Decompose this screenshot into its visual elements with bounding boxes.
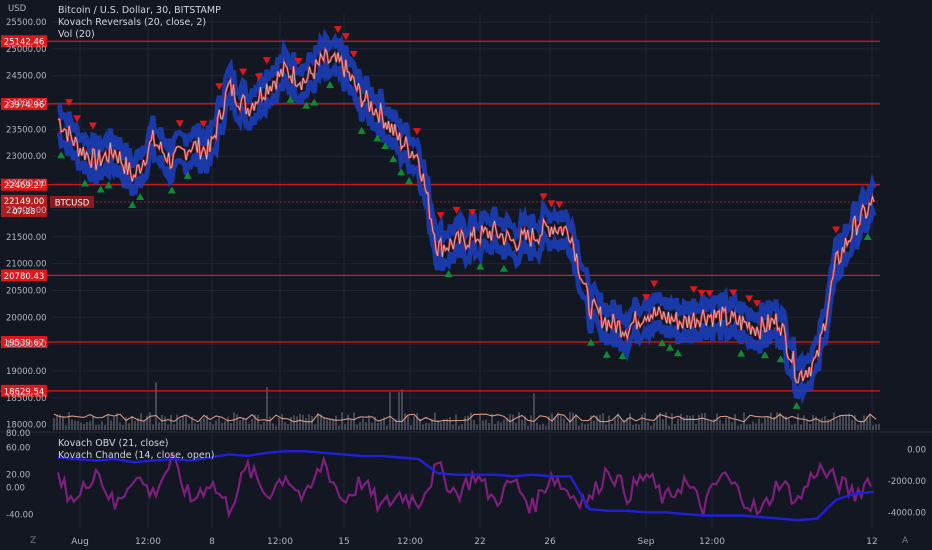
legend-kovach-chande[interactable]: Kovach Chande (14, close, open) — [58, 450, 214, 462]
price-tick-label: 20000.00 — [6, 313, 47, 323]
price-tick-label: 25000.00 — [6, 45, 47, 55]
level-label: 20780.43 — [4, 272, 45, 282]
price-tick-label: 18500.00 — [6, 394, 47, 404]
time-tick-label: 22 — [474, 537, 485, 547]
time-tick-label: 12:00 — [267, 537, 293, 547]
price-tick-label: 23500.00 — [6, 125, 47, 135]
price-tick-label: 24000.00 — [6, 99, 47, 109]
volume-tick-label: 80.00 — [6, 429, 30, 439]
price-tick-label: 22000.00 — [6, 206, 47, 216]
indicator-tick-label: -40.00 — [6, 511, 33, 521]
legend-kovach-reversals[interactable]: Kovach Reversals (20, close, 2) — [58, 17, 206, 29]
symbol-tag: BTCUSD — [55, 198, 90, 208]
time-tick-label: 12:00 — [699, 537, 725, 547]
price-tick-label: 22500.00 — [6, 179, 47, 189]
time-tick-label: 26 — [544, 537, 556, 547]
obv-tick-label: -4000.00 — [888, 508, 926, 518]
indicator-tick-label: 60.00 — [6, 443, 30, 453]
time-tick-label: 8 — [209, 537, 215, 547]
legend-symbol-title[interactable]: Bitcoin / U.S. Dollar, 30, BITSTAMP — [58, 5, 221, 17]
timezone-z-icon[interactable]: Z — [30, 536, 36, 546]
time-tick-label: 12 — [866, 537, 877, 547]
price-tick-label: 19500.00 — [6, 340, 47, 350]
price-tick-label: 25500.00 — [6, 18, 47, 28]
price-tick-label: 23000.00 — [6, 152, 47, 162]
time-tick-label: 15 — [338, 537, 349, 547]
price-tick-label: 24500.00 — [6, 72, 47, 82]
legend-kovach-obv[interactable]: Kovach OBV (21, close) — [58, 438, 169, 450]
time-tick-label: 12:00 — [135, 537, 161, 547]
time-tick-label: Sep — [638, 537, 655, 547]
auto-scale-a-icon[interactable]: A — [902, 536, 908, 546]
time-tick-label: Aug — [71, 537, 89, 547]
obv-tick-label: 0.00 — [907, 446, 926, 456]
price-chart[interactable]: 25142.4623974.9622469.2720780.4319539.67… — [0, 0, 932, 550]
price-tick-label: 21000.00 — [6, 260, 47, 270]
currency-label: USD — [8, 4, 27, 14]
price-tick-label: 21500.00 — [6, 233, 47, 243]
price-tick-label: 19000.00 — [6, 367, 47, 377]
obv-tick-label: -2000.00 — [888, 477, 926, 487]
legend-volume[interactable]: Vol (20) — [58, 29, 95, 41]
time-tick-label: 12:00 — [397, 537, 423, 547]
indicator-tick-label: 20.00 — [6, 470, 30, 480]
indicator-tick-label: 0.00 — [6, 484, 25, 494]
price-tick-label: 20500.00 — [6, 286, 47, 296]
